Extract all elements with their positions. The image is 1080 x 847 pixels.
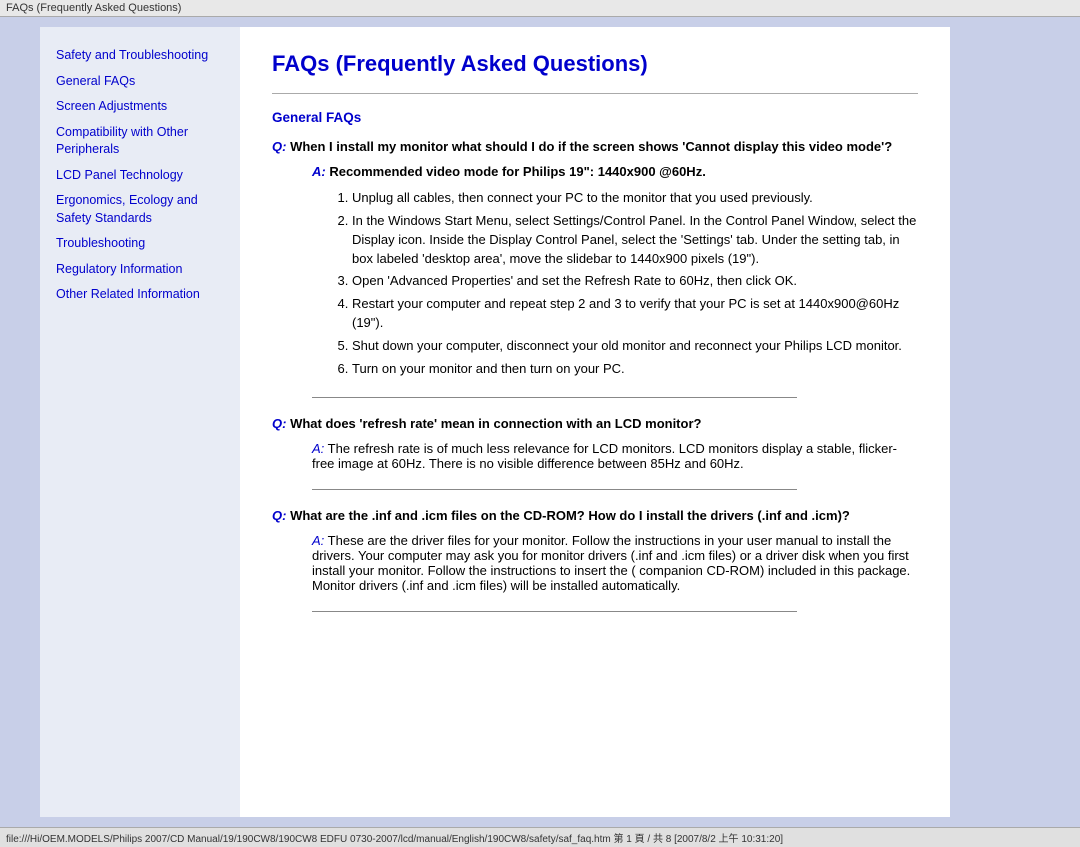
step-1-5: Shut down your computer, disconnect your… bbox=[352, 337, 918, 356]
answer-heading-1: A: Recommended video mode for Philips 19… bbox=[272, 164, 918, 179]
divider-3 bbox=[312, 611, 797, 612]
sidebar: Safety and Troubleshooting General FAQs Sc… bbox=[40, 27, 240, 817]
divider-1 bbox=[312, 397, 797, 398]
answer-text-2: A: The refresh rate is of much less rele… bbox=[272, 441, 918, 471]
step-1-1: Unplug all cables, then connect your PC … bbox=[352, 189, 918, 208]
title-bar-text: FAQs (Frequently Asked Questions) bbox=[6, 2, 181, 14]
answer-text-3: A: These are the driver files for your m… bbox=[272, 533, 918, 593]
step-1-3: Open 'Advanced Properties' and set the R… bbox=[352, 272, 918, 291]
right-column bbox=[950, 27, 1070, 817]
question-1: Q: When I install my monitor what should… bbox=[272, 139, 918, 154]
sidebar-compatibility[interactable]: Compatibility with Other Peripherals bbox=[56, 124, 230, 159]
sidebar-lcd-panel[interactable]: LCD Panel Technology bbox=[56, 167, 230, 185]
left-column bbox=[10, 27, 40, 817]
step-1-2: In the Windows Start Menu, select Settin… bbox=[352, 212, 918, 269]
sidebar-screen-adjustments[interactable]: Screen Adjustments bbox=[56, 98, 230, 116]
step-1-4: Restart your computer and repeat step 2 … bbox=[352, 295, 918, 333]
status-bar-text: file:///Hi/OEM.MODELS/Philips 2007/CD Ma… bbox=[6, 834, 783, 845]
sidebar-other[interactable]: Other Related Information bbox=[56, 286, 230, 304]
status-bar: file:///Hi/OEM.MODELS/Philips 2007/CD Ma… bbox=[0, 827, 1080, 847]
steps-list-1: Unplug all cables, then connect your PC … bbox=[272, 189, 918, 379]
title-bar: FAQs (Frequently Asked Questions) bbox=[0, 0, 1080, 17]
sidebar-regulatory[interactable]: Regulatory Information bbox=[56, 261, 230, 279]
sidebar-general-faqs[interactable]: General FAQs bbox=[56, 73, 230, 91]
step-1-6: Turn on your monitor and then turn on yo… bbox=[352, 360, 918, 379]
main-content: FAQs (Frequently Asked Questions) General… bbox=[240, 27, 950, 817]
page-title: FAQs (Frequently Asked Questions) bbox=[272, 51, 918, 77]
sidebar-ergonomics[interactable]: Ergonomics, Ecology and Safety Standards bbox=[56, 192, 230, 227]
sidebar-troubleshooting[interactable]: Troubleshooting bbox=[56, 235, 230, 253]
question-3: Q: What are the .inf and .icm files on t… bbox=[272, 508, 918, 523]
section-heading: General FAQs bbox=[272, 110, 918, 125]
question-2: Q: What does 'refresh rate' mean in conn… bbox=[272, 416, 918, 431]
sidebar-safety[interactable]: Safety and Troubleshooting bbox=[56, 47, 230, 65]
top-divider bbox=[272, 93, 918, 94]
divider-2 bbox=[312, 489, 797, 490]
